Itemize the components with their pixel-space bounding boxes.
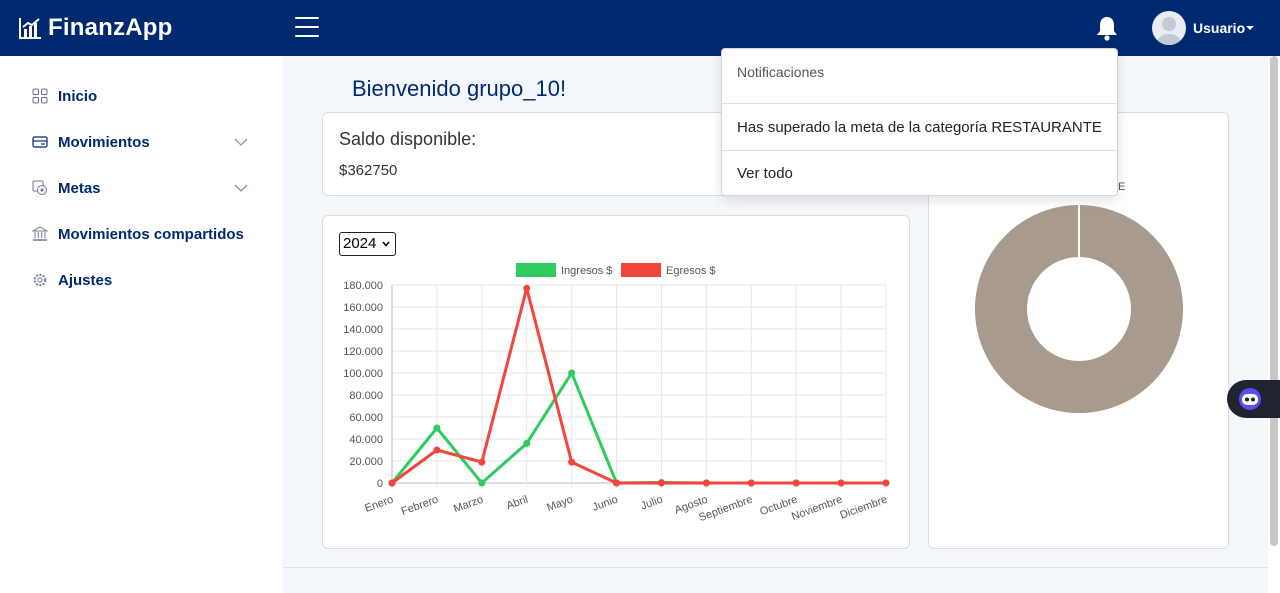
chart-card: 0 20.000 40.000 60.000 80.000 100.000 120.000 1… [322,215,910,549]
bell-icon[interactable] [1094,14,1120,42]
view-all-link[interactable]: Ver todo [737,165,793,182]
user-menu-label[interactable]: Usuario [1193,20,1245,36]
legend-label: Ingresos $ [561,265,612,277]
app-name: FinanzApp [48,14,173,41]
year-select[interactable]: 2024 [339,232,396,256]
y-tick-label: 20.000 [349,456,383,468]
data-point [792,479,800,487]
x-tick-label: Noviembre [790,494,844,523]
legend-label: Egresos $ [666,265,716,277]
avatar[interactable] [1152,11,1186,45]
menu-toggle-icon[interactable] [295,17,319,39]
line-chart: 0 20.000 40.000 60.000 80.000 100.000 120.000 1… [343,263,890,524]
sidebar-item-label: Movimientos [58,133,150,151]
notifications-header: Notificaciones [737,64,825,80]
data-point [478,458,486,466]
series-line-ingresos [390,371,886,485]
divider [722,150,1117,151]
x-tick-label: Junio [591,494,620,514]
divider [722,103,1117,104]
data-point [568,458,576,466]
data-point [568,369,576,377]
sidebar-item-inicio[interactable]: Inicio [32,85,97,107]
data-point [478,479,486,487]
data-point [657,479,665,487]
wallet-icon [32,136,48,148]
sidebar-item-label: Metas [58,179,101,197]
sidebar-item-movimientos[interactable]: Movimientos [32,131,150,153]
data-point [613,479,621,487]
x-tick-label: Mayo [545,494,574,514]
notification-item[interactable]: Has superado la meta de la categoría RES… [737,119,1102,136]
sidebar-item-metas[interactable]: Metas [32,177,101,199]
x-tick-label: Febrero [400,494,440,518]
data-point [433,424,441,432]
brand-logo[interactable]: FinanzApp [18,13,172,43]
sidebar-item-label: Movimientos compartidos [58,225,244,243]
data-point [882,479,890,487]
robot-icon [1239,388,1261,410]
assistant-bot-button[interactable] [1227,380,1280,418]
y-tick-label: 40.000 [349,434,383,446]
chart-logo-icon [19,18,41,39]
saldo-title: Saldo disponible: [339,129,477,149]
y-tick-label: 140.000 [343,324,383,336]
notifications-dropdown: Notificaciones Has superado la meta de l… [721,48,1118,196]
x-tick-label: Abril [505,494,530,513]
chevron-down-icon[interactable] [234,137,248,147]
caret-down-icon[interactable] [1246,26,1254,30]
footer-divider [283,567,1268,568]
page-title: Bienvenido grupo_10! [352,76,567,101]
sidebar: Inicio Movimientos Metas Movimientos com… [0,56,282,593]
chevron-down-icon [382,241,390,247]
saldo-value: $362750 [339,162,398,179]
legend-swatch [516,263,556,277]
sidebar-item-label: Ajustes [58,271,113,289]
legend-swatch [621,263,661,277]
sidebar-item-ajustes[interactable]: Ajustes [32,269,112,291]
x-tick-label: Diciembre [838,494,889,522]
y-tick-label: 0 [377,478,383,490]
data-point [523,439,531,447]
data-point [433,446,441,454]
data-point [388,479,396,487]
y-tick-label: 80.000 [349,390,383,402]
data-point [702,479,710,487]
goal-icon [32,180,47,195]
bank-icon [32,226,48,241]
y-tick-label: 120.000 [343,346,383,358]
x-tick-label: Julio [639,494,664,513]
data-point [747,479,755,487]
year-select-value: 2024 [343,235,377,252]
chevron-down-icon[interactable] [234,183,248,193]
scrollbar[interactable] [1268,56,1280,593]
x-tick-label: Marzo [452,494,485,516]
x-tick-label: Enero [363,494,395,515]
sidebar-item-movimientos-compartidos[interactable]: Movimientos compartidos [32,223,244,245]
y-tick-label: 100.000 [343,368,383,380]
grid-icon [32,88,48,104]
data-point [837,479,845,487]
series-line-egresos [391,286,886,485]
data-point [523,284,531,292]
gear-icon [33,273,47,287]
y-tick-label: 180.000 [343,280,383,292]
sidebar-item-label: Inicio [58,87,98,105]
y-tick-label: 160.000 [343,302,383,314]
y-tick-label: 60.000 [349,412,383,424]
